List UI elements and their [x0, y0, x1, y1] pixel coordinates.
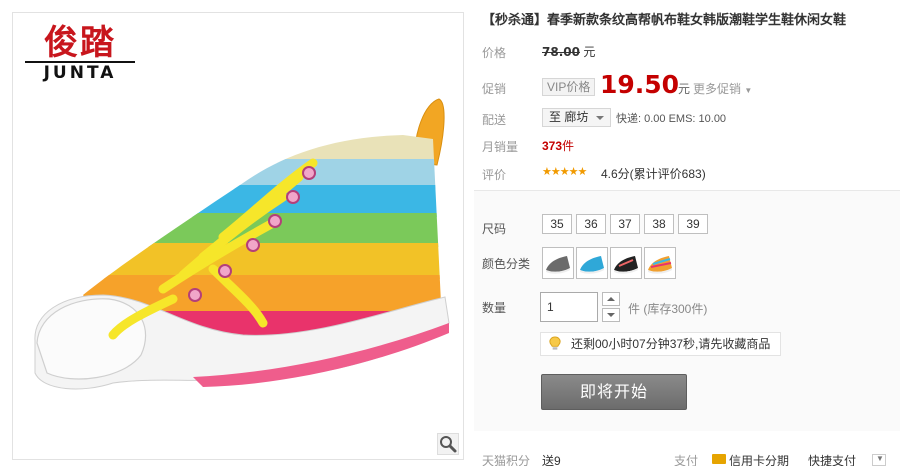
product-info-panel: 【秒杀通】春季新款条纹高帮帆布鞋女韩版潮鞋学生鞋休闲女鞋 价格 78.00 元 …	[474, 0, 900, 466]
countdown-notice: 还剩00小时07分钟37秒,请先收藏商品	[540, 332, 782, 356]
quick-pay[interactable]: 快捷支付	[808, 452, 856, 466]
countdown-text: 还剩00小时07分钟37秒,请先收藏商品	[571, 337, 771, 351]
chevron-down-icon: ▼	[744, 86, 753, 95]
quantity-input[interactable]: 1	[540, 292, 598, 322]
lightbulb-icon	[549, 336, 561, 350]
stock-info: 件 (库存300件)	[628, 302, 708, 316]
credit-installment[interactable]: 信用卡分期	[712, 452, 789, 466]
shipping-destination-value: 至 廊坊	[549, 110, 589, 124]
shipping-destination-select[interactable]: 至 廊坊	[542, 108, 612, 127]
quantity-increase-button[interactable]	[602, 292, 620, 306]
product-shoe-image	[34, 98, 450, 390]
payment-label: 支付	[674, 454, 699, 466]
sale-price-currency: 元	[678, 82, 691, 96]
color-option-rainbow[interactable]	[644, 247, 676, 279]
caret-down-icon	[596, 116, 605, 120]
size-option[interactable]: 39	[678, 214, 708, 234]
more-promotions-link[interactable]: 更多促销 ▼	[693, 80, 752, 97]
gray-shoe-thumbnail	[546, 256, 570, 274]
blue-shoe-thumbnail	[580, 256, 604, 274]
monthly-sales-count: 373	[542, 139, 563, 153]
tmall-points-value: 送9	[542, 454, 561, 466]
quantity-decrease-button[interactable]	[602, 308, 620, 322]
zoom-button[interactable]	[437, 433, 459, 455]
size-option[interactable]: 36	[576, 214, 606, 234]
rating-summary-link[interactable]: 4.6分(累计评价683)	[601, 165, 706, 182]
tmall-points-label: 天猫积分	[482, 454, 531, 466]
magnifier-icon	[440, 436, 457, 453]
size-option[interactable]: 35	[542, 214, 572, 234]
monthly-sales-label: 月销量	[482, 140, 519, 154]
color-label: 颜色分类	[482, 257, 531, 271]
product-image-panel: 俊踏 JUNTA	[12, 12, 464, 460]
coming-soon-button[interactable]: 即将开始	[541, 374, 687, 410]
brand-name-cn: 俊踏	[44, 23, 116, 63]
payment-dropdown-button[interactable]: ▼	[872, 454, 886, 466]
original-price-value: 78.00	[542, 45, 580, 59]
color-option-black[interactable]	[610, 247, 642, 279]
sale-price: 19.50	[600, 70, 680, 99]
chevron-down-icon: ▼	[876, 454, 884, 463]
vip-price-badge: VIP价格	[542, 78, 596, 96]
credit-installment-label: 信用卡分期	[729, 454, 790, 466]
color-option-gray[interactable]	[542, 247, 574, 279]
rating-label: 评价	[482, 168, 507, 182]
credit-card-icon	[712, 454, 726, 464]
rating-stars-icon: ★★★★★	[542, 166, 587, 178]
original-price-currency: 元	[583, 45, 596, 59]
size-option[interactable]: 37	[610, 214, 640, 234]
shipping-label: 配送	[482, 113, 507, 127]
original-price: 78.00 元	[542, 43, 595, 60]
product-title: 【秒杀通】春季新款条纹高帮帆布鞋女韩版潮鞋学生鞋休闲女鞋	[482, 12, 847, 27]
more-promotions-label: 更多促销	[693, 82, 742, 96]
quantity-label: 数量	[482, 301, 507, 315]
size-option[interactable]: 38	[644, 214, 674, 234]
size-label: 尺码	[482, 222, 507, 236]
price-label: 价格	[482, 46, 507, 60]
monthly-sales-unit: 件	[562, 139, 575, 153]
monthly-sales: 373件	[542, 137, 574, 154]
color-option-blue[interactable]	[576, 247, 608, 279]
promo-label: 促销	[482, 82, 507, 96]
black-shoe-thumbnail	[614, 256, 638, 274]
shipping-fees: 快递: 0.00 EMS: 10.00	[616, 113, 727, 125]
rainbow-shoe-thumbnail	[648, 256, 672, 274]
